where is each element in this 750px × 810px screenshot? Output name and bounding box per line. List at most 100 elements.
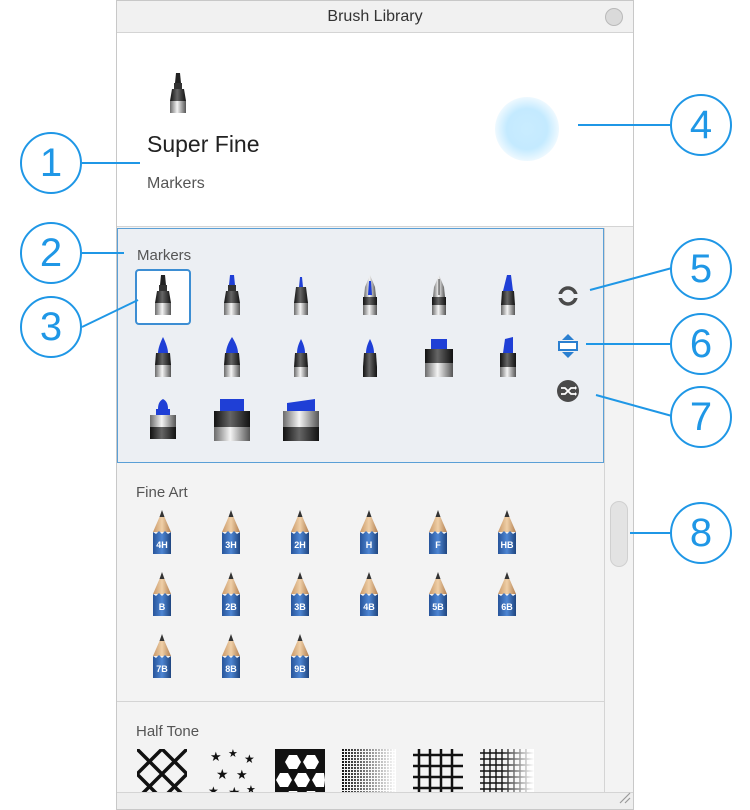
pencil-grade-label: HB [501,540,514,550]
stroke-preview[interactable] [495,97,559,161]
callout-6: 6 [670,313,732,375]
brush-list[interactable]: Markers Fine Art 4H 3H 2H H F HB B 2B 3B… [117,228,604,792]
expand-vertical-icon[interactable] [555,333,581,359]
pencil-grade-label: 2B [225,602,237,612]
svg-text:★: ★ [244,752,255,766]
brush-marker-fine-2[interactable] [273,269,329,325]
pencil-brush-3b[interactable]: 3B [272,568,328,624]
pencil-grade-label: H [366,540,373,550]
callout-2: 2 [20,222,82,284]
brush-super-fine[interactable] [135,269,191,325]
pencil-icon: B [153,572,171,616]
pencil-brush-6b[interactable]: 6B [479,568,535,624]
current-brush-icon [163,71,193,124]
brush-pen-nib-2[interactable] [411,269,467,325]
brush-preview: Super Fine Markers [117,33,633,227]
pencil-grade-label: 2H [294,540,306,550]
pencil-grade-label: B [159,602,166,612]
halftone-hexagon-brush[interactable] [272,746,328,792]
brush-marker-bullet[interactable] [135,331,191,387]
window-title: Brush Library [327,8,423,25]
pencil-brush-7b[interactable]: 7B [134,630,190,686]
shuffle-icon[interactable] [555,378,581,404]
pencil-icon: F [429,510,447,554]
pencil-icon: HB [498,510,516,554]
svg-text:★: ★ [246,784,256,792]
pencil-icon: 4B [360,572,378,616]
scrollbar-thumb[interactable] [610,501,628,567]
halftone-diamond-brush[interactable] [134,746,190,792]
brush-marker-bullet-2[interactable] [204,331,260,387]
halftone-gradient-brush[interactable] [341,746,397,792]
brush-marker-round-2[interactable] [342,331,398,387]
pencil-brush-h[interactable]: H [341,506,397,562]
brush-pen-nib[interactable] [342,269,398,325]
pencil-brush-4b[interactable]: 4B [341,568,397,624]
callout-4: 4 [670,94,732,156]
pencil-grade-label: 3B [294,602,306,612]
pencil-icon: 5B [429,572,447,616]
brush-marker-block-angled[interactable] [273,393,329,449]
half-tone-section-title: Half Tone [136,723,200,740]
resize-grip-icon[interactable] [617,790,631,809]
markers-section: Markers [117,228,604,463]
svg-text:★: ★ [236,767,248,782]
pencil-brush-3h[interactable]: 3H [203,506,259,562]
pencil-brush-2b[interactable]: 2B [203,568,259,624]
halftone-fine-grid-brush[interactable] [479,746,535,792]
pencil-icon: 8B [222,634,240,678]
pencil-grade-label: 4B [363,602,375,612]
callout-1: 1 [20,132,82,194]
pencil-icon: 4H [153,510,171,554]
pencil-icon: 3H [222,510,240,554]
halftone-stars-brush[interactable]: ★ ★ ★ ★ ★ ★ ★ ★ [203,746,259,792]
pencil-brush-9b[interactable]: 9B [272,630,328,686]
brush-marker-wide[interactable] [411,331,467,387]
close-button[interactable] [605,8,623,26]
pencil-brush-5b[interactable]: 5B [410,568,466,624]
brush-marker-block[interactable] [204,393,260,449]
refresh-icon[interactable] [555,283,581,309]
pencil-brush-4h[interactable]: 4H [134,506,190,562]
brush-marker-wide-2[interactable] [480,331,536,387]
pencil-icon: 7B [153,634,171,678]
pencil-icon: 2B [222,572,240,616]
svg-text:★: ★ [228,749,238,760]
pencil-grade-label: 8B [225,664,237,674]
callout-5: 5 [670,238,732,300]
pencil-brush-2h[interactable]: 2H [272,506,328,562]
svg-text:★: ★ [210,749,222,764]
title-bar[interactable]: Brush Library [117,1,633,33]
brush-name: Super Fine [147,131,260,157]
pencil-brush-hb[interactable]: HB [479,506,535,562]
brush-marker-broad[interactable] [135,393,191,449]
pencil-grade-label: 4H [156,540,168,550]
pencil-grade-label: 9B [294,664,306,674]
callout-7: 7 [670,386,732,448]
pencil-grade-label: 7B [156,664,168,674]
pencil-brush-f[interactable]: F [410,506,466,562]
brush-marker-chisel[interactable] [480,269,536,325]
pencil-icon: 2H [291,510,309,554]
fine-art-section-title: Fine Art [136,484,188,501]
brush-library-panel: Brush Library Super Fine Markers Markers [116,0,634,810]
brush-marker-fine[interactable] [204,269,260,325]
pencil-icon: H [360,510,378,554]
pencil-grade-label: F [435,540,441,550]
brush-category: Markers [147,175,205,192]
pencil-icon: 6B [498,572,516,616]
svg-text:★: ★ [216,766,229,782]
callout-3: 3 [20,296,82,358]
pencil-grade-label: 5B [432,602,444,612]
section-divider [117,701,604,702]
status-bar [117,790,633,809]
svg-text:★: ★ [228,784,241,792]
callout-8: 8 [670,502,732,564]
svg-text:★: ★ [208,784,219,792]
pencil-grade-label: 3H [225,540,237,550]
pencil-brush-8b[interactable]: 8B [203,630,259,686]
pencil-brush-b[interactable]: B [134,568,190,624]
brush-marker-round[interactable] [273,331,329,387]
halftone-grid-brush[interactable] [410,746,466,792]
markers-section-title: Markers [137,247,192,264]
